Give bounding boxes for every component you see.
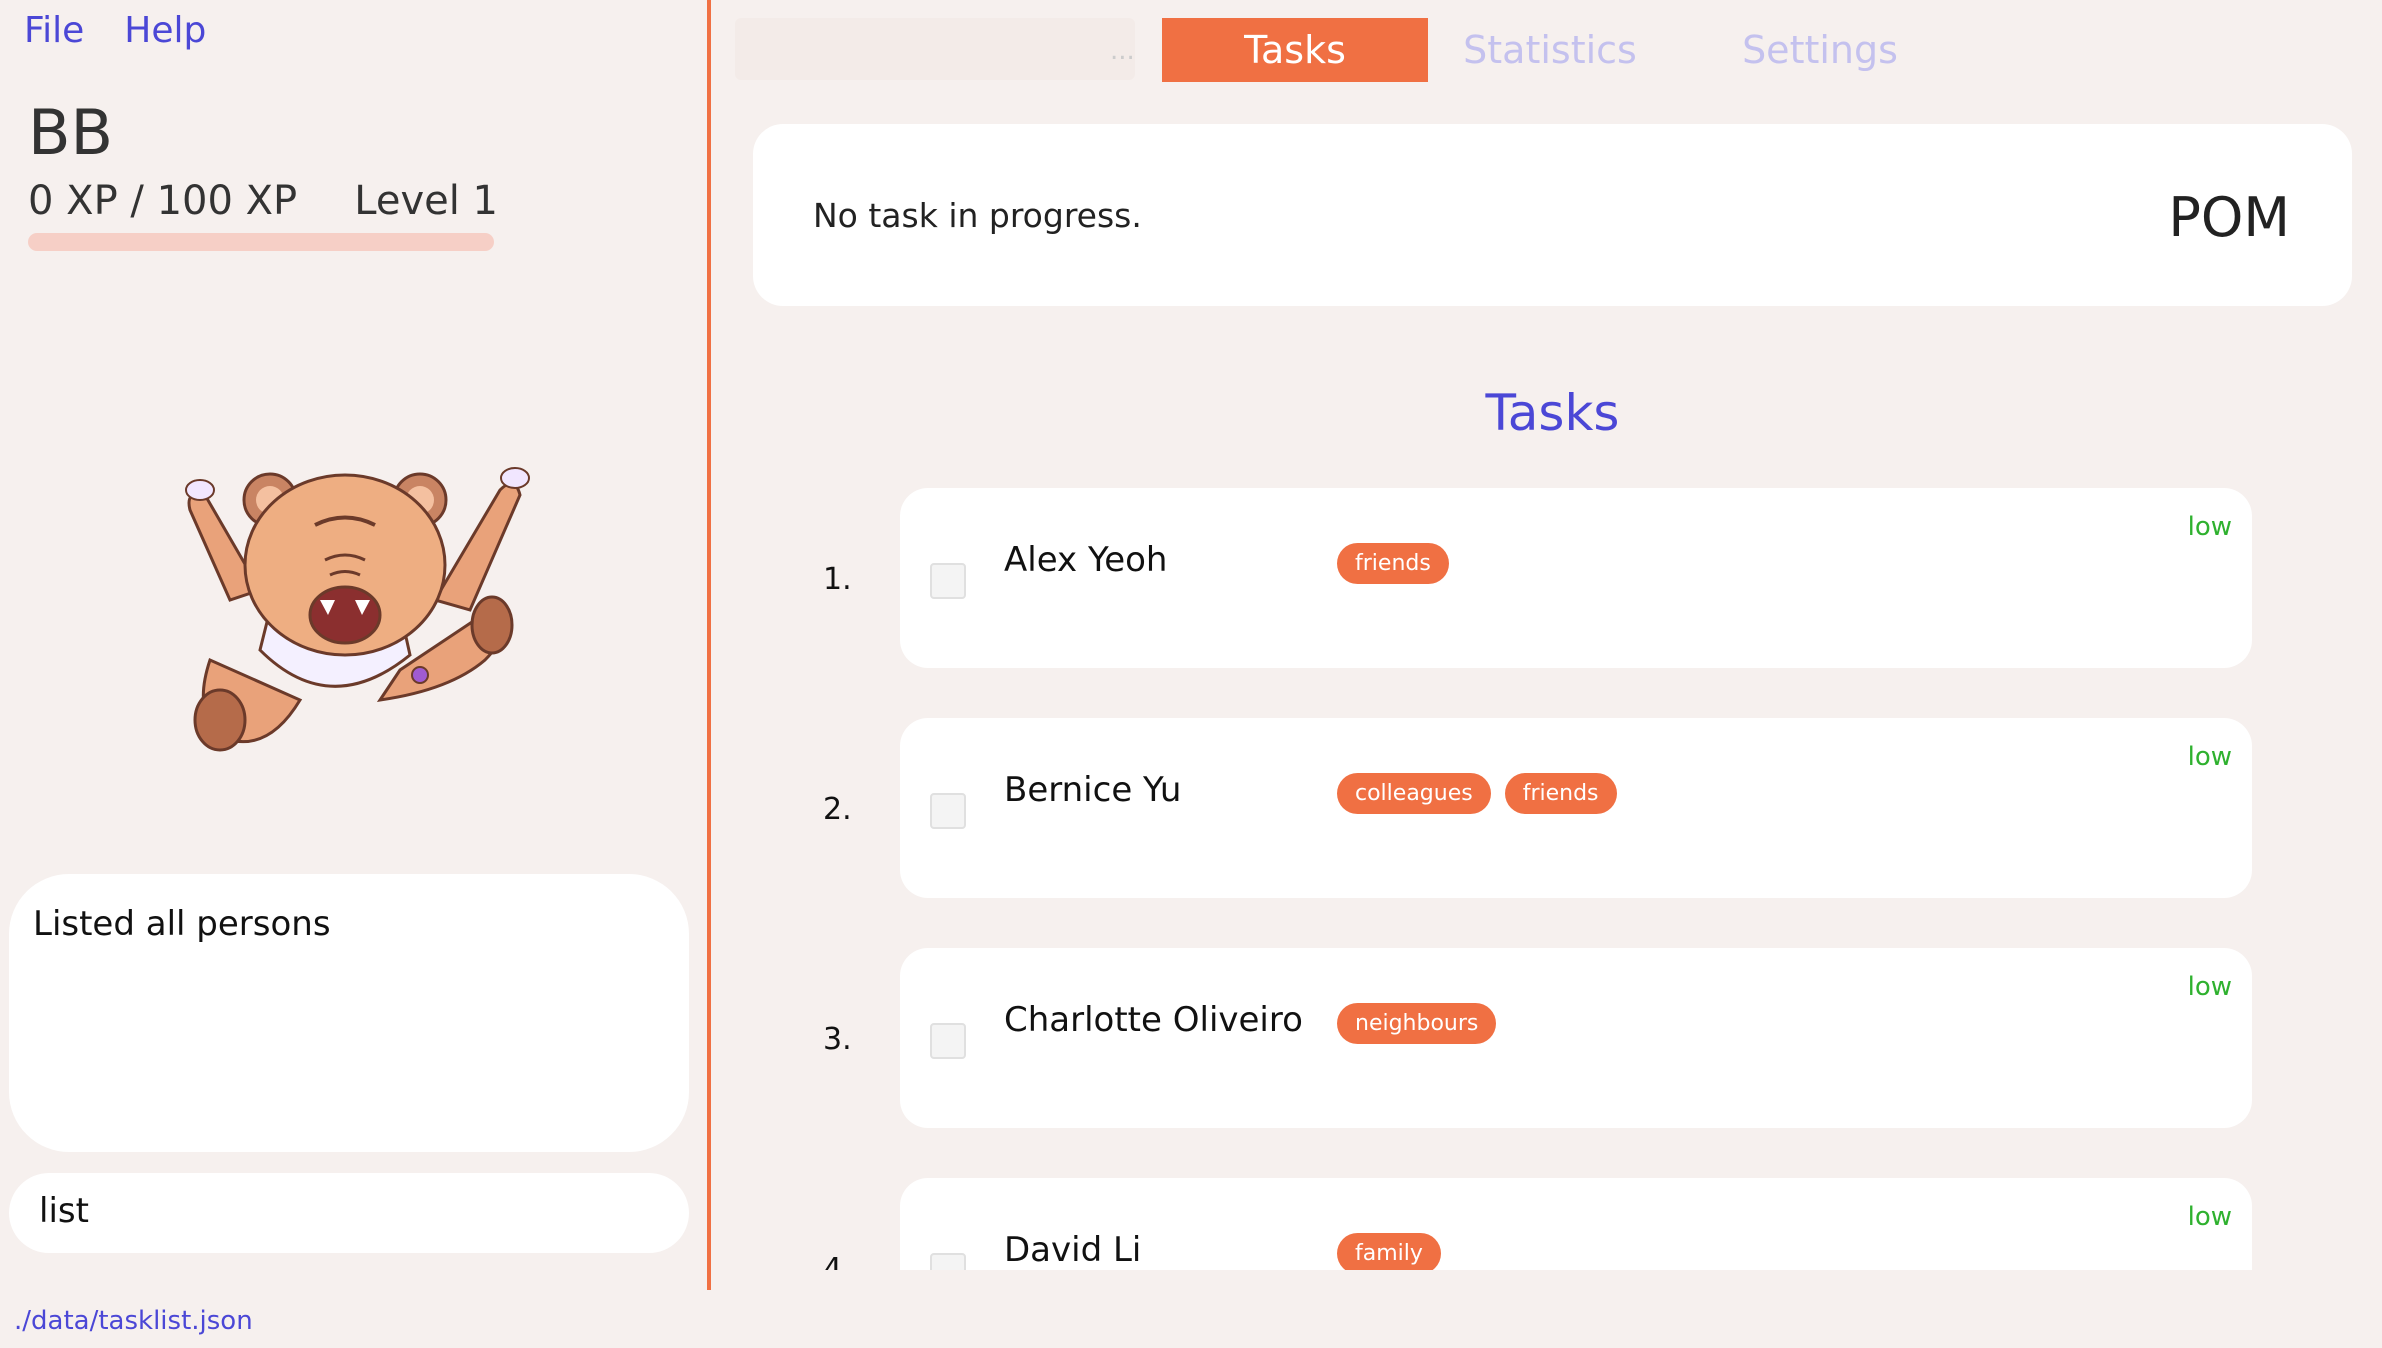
task-card[interactable]: Alex Yeoh friends low [900, 488, 2252, 668]
tab-bar: ... Tasks Statistics Settings [735, 18, 2365, 82]
task-tag: colleagues [1337, 773, 1491, 814]
xp-text: 0 XP / 100 XP [28, 178, 298, 224]
pomodoro-status: No task in progress. [813, 196, 1142, 235]
task-index: 1. [823, 562, 852, 597]
result-message: Listed all persons [33, 904, 331, 944]
task-card[interactable]: Bernice Yu colleagues friends low [900, 718, 2252, 898]
task-name: Charlotte Oliveiro [1004, 1000, 1303, 1040]
task-tags: family [1337, 1233, 1441, 1270]
task-priority: low [2187, 972, 2232, 1002]
menu-bar: File Help [24, 10, 206, 51]
task-tags: neighbours [1337, 1003, 1497, 1044]
task-card[interactable]: Charlotte Oliveiro neighbours low [900, 948, 2252, 1128]
task-card[interactable]: David Li family low [900, 1178, 2252, 1270]
task-name: David Li [1004, 1230, 1142, 1270]
task-row[interactable]: 2. Bernice Yu colleagues friends low [760, 718, 2260, 898]
task-tag: family [1337, 1233, 1441, 1270]
task-tags: colleagues friends [1337, 773, 1617, 814]
tab-statistics[interactable]: Statistics [1435, 18, 1665, 82]
pomodoro-label: POM [2168, 186, 2290, 249]
task-checkbox[interactable] [930, 1023, 966, 1059]
task-tags: friends [1337, 543, 1449, 584]
task-row[interactable]: 1. Alex Yeoh friends low [760, 488, 2260, 668]
panel-divider [707, 0, 711, 1290]
menu-help[interactable]: Help [124, 10, 206, 51]
task-tag: friends [1337, 543, 1449, 584]
task-checkbox[interactable] [930, 1253, 966, 1270]
task-index: 2. [823, 792, 852, 827]
tab-settings[interactable]: Settings [1700, 18, 1940, 82]
task-name: Bernice Yu [1004, 770, 1182, 810]
command-input-text: list [39, 1191, 89, 1231]
result-display: Listed all persons [9, 874, 689, 1152]
task-checkbox[interactable] [930, 563, 966, 599]
task-tag: friends [1504, 773, 1617, 814]
xp-row: 0 XP / 100 XP Level 1 [28, 178, 498, 224]
left-panel: File Help BB 0 XP / 100 XP Level 1 Liste… [0, 0, 709, 1290]
task-list: 1. Alex Yeoh friends low 2. Bernice Yu colleag… [760, 488, 2260, 1270]
tasks-heading: Tasks [1485, 384, 1620, 442]
xp-progress-bar [28, 233, 494, 251]
task-checkbox[interactable] [930, 793, 966, 829]
task-priority: low [2187, 512, 2232, 542]
task-index: 3. [823, 1022, 852, 1057]
pomodoro-card: No task in progress. POM [753, 124, 2352, 306]
tab-tasks[interactable]: Tasks [1162, 18, 1428, 82]
task-name: Alex Yeoh [1004, 540, 1168, 580]
task-priority: low [2187, 742, 2232, 772]
tab-bar-background [735, 18, 1135, 80]
level-text: Level 1 [354, 178, 498, 224]
tab-overflow-ellipsis[interactable]: ... [1110, 36, 1135, 66]
task-row[interactable]: 3. Charlotte Oliveiro neighbours low [760, 948, 2260, 1128]
command-input[interactable]: list [9, 1173, 689, 1253]
character-name: BB [28, 96, 114, 169]
task-tag: neighbours [1337, 1003, 1497, 1044]
menu-file[interactable]: File [24, 10, 84, 51]
task-row[interactable]: 4. David Li family low [760, 1178, 2260, 1270]
pet-bear-image [185, 467, 530, 752]
task-index: 4. [823, 1252, 852, 1270]
task-priority: low [2187, 1202, 2232, 1232]
status-bar-path: ./data/tasklist.json [14, 1306, 253, 1336]
